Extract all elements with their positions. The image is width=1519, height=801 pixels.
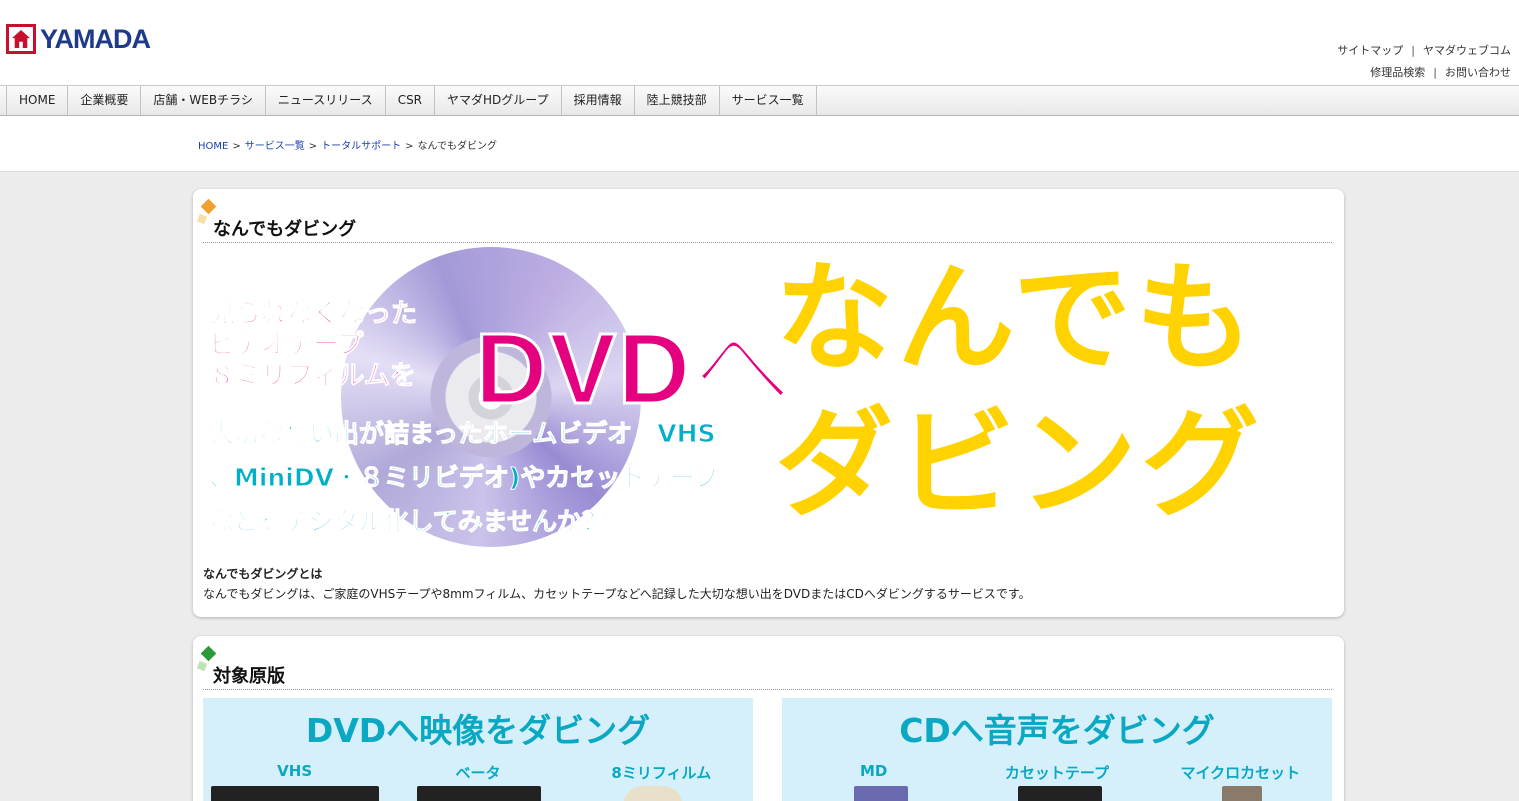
description-body: なんでもダビングは、ご家庭のVHSテープや8mmフィルム、カセットテープなどへ記… [203,587,1031,601]
breadcrumb-total-support[interactable]: トータルサポート [321,141,401,152]
media-label-md: MD [859,762,888,780]
hero-pink-line: ビデオテープ [208,330,364,361]
video-media-labels: VHS ベータ 8ミリフィルム [203,762,753,783]
description-heading: なんでもダビングとは [203,567,323,581]
media-label-8mm: 8ミリフィルム [611,764,712,782]
global-nav: HOME 企業概要 店舗・WEBチラシ ニュースリリース CSR ヤマダHDグル… [0,85,1519,116]
nav-item-services[interactable]: サービス一覧 [718,86,817,115]
hero-big-title: なんでも ダビング [775,247,1263,537]
breadcrumb: HOME > サービス一覧 > トータルサポート > なんでもダビング [198,137,497,152]
nav-item-home[interactable]: HOME [6,86,67,115]
breadcrumb-separator: > [308,141,318,152]
film-reel-image [623,786,683,801]
site-header: YAMADA サイトマップ | ヤマダウェブコム 修理品検索 | お問い合わせ [0,0,1519,85]
audio-dubbing-title: CDへ音声をダビング [899,711,1215,750]
nav-item-hd-group[interactable]: ヤマダHDグループ [434,86,561,115]
nav-item-athletics[interactable]: 陸上競技部 [633,86,719,115]
nav-item-company[interactable]: 企業概要 [67,86,140,115]
audio-dubbing-box: CDへ音声をダビング MD カセットテープ マイクロカセット [782,698,1332,801]
video-dubbing-title: DVDへ映像をダビング [305,711,651,750]
green-diamond-icon [200,645,217,662]
audio-media-labels: MD カセットテープ マイクロカセット [782,762,1332,783]
hero-banner: 見られなくなった ビデオテープ ８ミリフィルムを DVDへ 大切な想い出が詰まっ… [205,247,1335,567]
vhs-tape-image [211,786,379,801]
yamada-logo[interactable]: YAMADA [6,23,151,54]
hero-big-line: なんでも [775,249,1258,387]
md-disc-image [854,786,908,801]
section-title: なんでもダビング [213,219,357,240]
microcassette-image [1222,786,1262,801]
contact-link[interactable]: お問い合わせ [1445,66,1511,79]
breadcrumb-home[interactable]: HOME [198,141,228,152]
separator: | [1411,44,1415,57]
hero-pink-line: ８ミリフィルムを [208,361,416,392]
video-dubbing-box: DVDへ映像をダビング VHS ベータ 8ミリフィルム [203,698,753,801]
hero-pink-line: 見られなくなった [208,299,418,330]
separator: | [1433,66,1437,79]
title-divider [203,242,1332,243]
logo-text: YAMADA [40,23,151,54]
breadcrumb-bar: HOME > サービス一覧 > トータルサポート > なんでもダビング [0,116,1519,172]
diamond-accent-icon [196,660,208,672]
nav-item-recruit[interactable]: 採用情報 [560,86,634,115]
house-logo-icon [6,24,36,54]
breadcrumb-services[interactable]: サービス一覧 [245,141,305,152]
hero-pink-text: 見られなくなった ビデオテープ ８ミリフィルムを [208,299,418,392]
utility-links: サイトマップ | ヤマダウェブコム 修理品検索 | お問い合わせ [1337,40,1511,84]
cassette-tape-image [1018,786,1102,801]
hero-cyan-line: などをデジタル化してみませんか？ [209,507,608,537]
hero-cyan-line: 大切な想い出が詰まったホームビデオ（VHS [209,419,717,449]
section-target-media: 対象原版 DVDへ映像をダビング VHS ベータ 8ミリフィルム CDへ音声をダ… [193,636,1344,801]
breadcrumb-separator: > [405,141,414,152]
nav-item-stores[interactable]: 店舗・WEBチラシ [140,86,264,115]
beta-tape-image [417,786,541,801]
sitemap-link[interactable]: サイトマップ [1337,44,1403,57]
breadcrumb-current: なんでもダビング [417,141,498,152]
title-divider [203,689,1332,690]
diamond-accent-icon [196,213,208,225]
nav-item-news[interactable]: ニュースリリース [264,86,385,115]
hero-cyan-text: 大切な想い出が詰まったホームビデオ（VHS 、MiniDV・８ミリビデオ)やカセ… [209,412,779,544]
yamada-webcom-link[interactable]: ヤマダウェブコム [1423,44,1511,57]
hero-cyan-line: 、MiniDV・８ミリビデオ)やカセットテープ [209,463,720,493]
media-label-beta: ベータ [455,764,501,782]
breadcrumb-separator: > [232,141,241,152]
section-title: 対象原版 [213,666,285,687]
media-label-cassette: カセットテープ [1004,764,1110,782]
nav-item-csr[interactable]: CSR [384,86,434,115]
repair-search-link[interactable]: 修理品検索 [1370,66,1425,79]
hero-big-line: ダビング [775,395,1264,533]
section-nandemo-dubbing: なんでもダビング 見られなくなった ビデオテープ ８ミリフィルムを DVDへ 大… [193,189,1344,617]
media-label-vhs: VHS [277,762,313,780]
orange-diamond-icon [200,198,217,215]
media-label-microcassette: マイクロカセット [1180,764,1301,782]
hero-dvd-text: DVDへ [473,312,795,427]
